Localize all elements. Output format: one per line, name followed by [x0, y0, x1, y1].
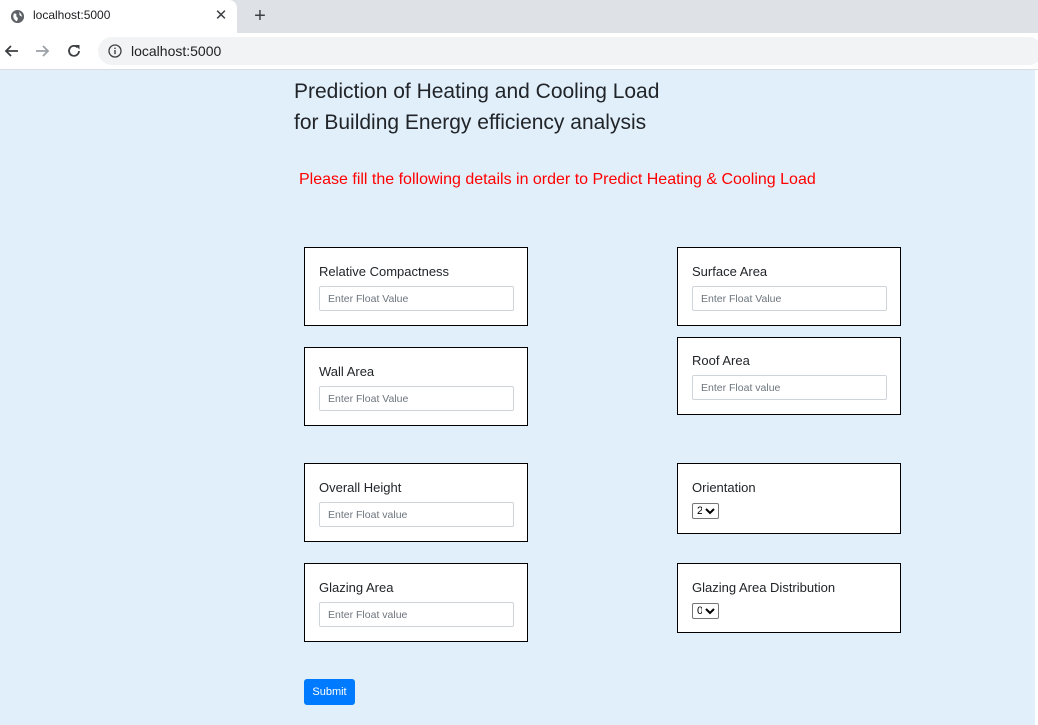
page-title-line1: Prediction of Heating and Cooling Load	[294, 80, 660, 103]
relative-compactness-label: Relative Compactness	[319, 264, 450, 279]
glazing-area-input[interactable]	[319, 602, 514, 627]
roof-area-label: Roof Area	[692, 353, 750, 368]
address-bar[interactable]: localhost:5000	[98, 37, 1038, 65]
reload-icon[interactable]	[65, 42, 83, 60]
forward-arrow-icon[interactable]	[33, 42, 51, 60]
page-title: Prediction of Heating and Cooling Load f…	[294, 76, 714, 138]
overall-height-label: Overall Height	[319, 480, 402, 495]
relative-compactness-input[interactable]	[319, 286, 514, 311]
tab-title: localhost:5000	[33, 8, 111, 22]
overall-height-input[interactable]	[319, 502, 514, 527]
roof-area-input[interactable]	[692, 375, 887, 400]
tab-strip: localhost:5000 ✕ +	[0, 0, 1038, 33]
wall-area-card: Wall Area	[304, 347, 528, 426]
orientation-select[interactable]: 2	[692, 503, 719, 519]
relative-compactness-card: Relative Compactness	[304, 247, 528, 326]
browser-toolbar: localhost:5000	[0, 33, 1038, 69]
orientation-label: Orientation	[692, 480, 756, 495]
wall-area-input[interactable]	[319, 386, 514, 411]
page-title-line2: for Building Energy efficiency analysis	[294, 111, 647, 134]
surface-area-card: Surface Area	[677, 247, 901, 326]
instruction-text: Please fill the following details in ord…	[299, 171, 816, 188]
surface-area-label: Surface Area	[692, 264, 768, 279]
overall-height-card: Overall Height	[304, 463, 528, 542]
orientation-card: Orientation 2	[677, 463, 901, 534]
plus-icon[interactable]: +	[250, 6, 270, 26]
info-icon[interactable]	[108, 44, 122, 58]
back-arrow-icon[interactable]	[3, 42, 21, 60]
glazing-area-card: Glazing Area	[304, 563, 528, 642]
surface-area-input[interactable]	[692, 286, 887, 311]
close-icon[interactable]: ✕	[213, 8, 229, 24]
url-text[interactable]: localhost:5000	[131, 43, 221, 59]
page-content: Prediction of Heating and Cooling Load f…	[0, 70, 1035, 725]
glazing-area-distribution-card: Glazing Area Distribution 0	[677, 563, 901, 633]
roof-area-card: Roof Area	[677, 337, 901, 415]
wall-area-label: Wall Area	[319, 364, 375, 379]
glazing-area-label: Glazing Area	[319, 580, 394, 595]
glazing-area-distribution-select[interactable]: 0	[692, 603, 719, 619]
globe-icon	[10, 9, 25, 24]
glazing-area-distribution-label: Glazing Area Distribution	[692, 580, 836, 595]
submit-button[interactable]: Submit	[304, 679, 355, 705]
browser-tab[interactable]: localhost:5000 ✕	[0, 0, 237, 33]
